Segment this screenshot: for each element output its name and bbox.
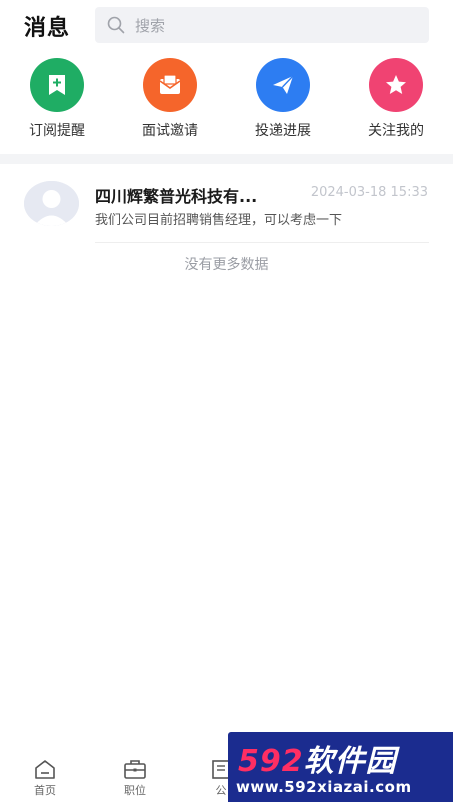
shortcut-label: 投递进展 (255, 123, 311, 139)
briefcase-icon (124, 760, 146, 779)
search-bar[interactable]: 搜索 (95, 7, 429, 43)
no-more-data: 没有更多数据 (184, 257, 269, 273)
message-list-item[interactable]: 四川辉繁普光科技有... 2024-03-18 15:33 我们公司目前招聘销售… (0, 165, 453, 243)
shortcut-label: 关注我的 (368, 123, 424, 139)
star-icon (369, 58, 423, 112)
search-placeholder: 搜索 (135, 16, 166, 35)
header: 消息 搜索 (0, 0, 453, 50)
shortcut-subscription-reminder[interactable]: 订阅提醒 (7, 58, 107, 140)
message-timestamp: 2024-03-18 15:33 (310, 185, 428, 200)
watermark-url: www.592xiazai.com (236, 778, 412, 796)
shortcut-followers[interactable]: 关注我的 (346, 58, 446, 140)
mail-open-icon (143, 58, 197, 112)
avatar (24, 181, 79, 226)
shortcut-row: 订阅提醒 面试邀请 投递进展 关注我的 (0, 58, 453, 148)
nav-item-home[interactable]: 首页 (20, 758, 70, 798)
message-sender: 四川辉繁普光科技有... (95, 187, 258, 206)
message-preview: 我们公司目前招聘销售经理，可以考虑一下 (95, 213, 343, 228)
list-divider (95, 242, 429, 243)
page-title: 消息 (24, 16, 71, 41)
paper-plane-icon (256, 58, 310, 112)
nav-label: 首页 (34, 784, 56, 797)
shortcut-interview-invitation[interactable]: 面试邀请 (120, 58, 220, 140)
nav-item-jobs[interactable]: 职位 (110, 758, 160, 798)
home-icon (35, 760, 55, 779)
shortcut-delivery-progress[interactable]: 投递进展 (233, 58, 333, 140)
section-divider (0, 154, 453, 164)
watermark-logo: 592软件园 www.592xiazai.com (228, 732, 453, 802)
bookmark-plus-icon (30, 58, 84, 112)
nav-label: 职位 (124, 784, 146, 797)
shortcut-label: 订阅提醒 (29, 123, 85, 139)
shortcut-label: 面试邀请 (142, 123, 198, 139)
search-icon (107, 16, 125, 34)
watermark-brand: 592软件园 (238, 744, 397, 779)
